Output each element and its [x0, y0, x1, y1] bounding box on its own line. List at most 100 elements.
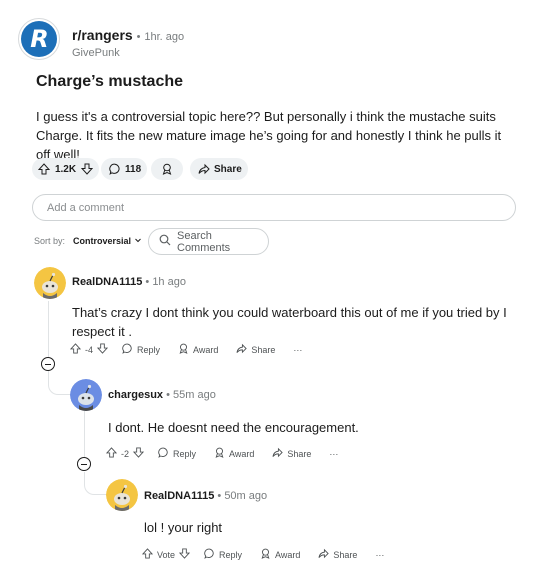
- upvote-icon[interactable]: [69, 343, 82, 356]
- share-icon: [198, 163, 210, 175]
- award-button[interactable]: Award: [178, 343, 218, 356]
- comment-icon: [109, 163, 121, 175]
- separator-dot: •: [136, 31, 141, 43]
- collapse-icon[interactable]: [41, 357, 55, 371]
- reply-button[interactable]: Reply: [158, 447, 196, 460]
- share-label: Share: [287, 448, 312, 459]
- snoo-avatar: [70, 379, 102, 411]
- subreddit-header: r/rangers • 1hr. ago: [72, 27, 184, 43]
- comment-count: 118: [125, 163, 142, 175]
- separator-dot: •: [166, 389, 170, 401]
- comment-time: 1h ago: [152, 276, 186, 288]
- more-options-button[interactable]: ···: [329, 449, 338, 459]
- comment-score: Vote: [157, 549, 176, 560]
- downvote-icon[interactable]: [178, 548, 191, 561]
- comment-text-line: That’s crazy I dont think you could wate…: [72, 305, 507, 320]
- subreddit-logo[interactable]: R: [18, 18, 60, 60]
- comment-username[interactable]: chargesux: [108, 389, 163, 401]
- upvote-icon[interactable]: [38, 163, 50, 175]
- downvote-icon[interactable]: [81, 163, 93, 175]
- comment-score: -2: [121, 448, 130, 459]
- post-title: Charge’s mustache: [36, 73, 184, 90]
- comment-username[interactable]: RealDNA1115: [72, 276, 142, 288]
- thread-line: [48, 301, 49, 357]
- share-button[interactable]: Share: [318, 548, 357, 561]
- award-icon: [260, 548, 271, 561]
- award-icon: [214, 447, 225, 460]
- comment-header: RealDNA1115 • 1h ago: [72, 276, 186, 288]
- more-options-button[interactable]: ···: [375, 550, 384, 560]
- sort-value: Controversial: [73, 236, 132, 246]
- comment-avatar[interactable]: [70, 379, 102, 411]
- award-icon: [161, 163, 173, 175]
- award-icon: [178, 343, 189, 356]
- award-button[interactable]: [151, 158, 183, 180]
- subreddit-logo-letter: R: [21, 21, 57, 57]
- comment-actions: -2 Reply Award Share ···: [105, 447, 338, 460]
- share-icon: [272, 447, 284, 460]
- comment-time: 50m ago: [224, 490, 268, 502]
- comment-username[interactable]: RealDNA1115: [144, 490, 214, 502]
- upvote-icon[interactable]: [141, 548, 154, 561]
- sort-label: Sort by:: [34, 236, 66, 246]
- sort-dropdown[interactable]: Controversial: [73, 236, 142, 246]
- post-score: 1.2K: [54, 163, 77, 175]
- upvote-icon[interactable]: [105, 447, 118, 460]
- comment-actions: -4 Reply Award Share ···: [69, 343, 302, 356]
- downvote-icon[interactable]: [96, 343, 109, 356]
- reply-label: Reply: [173, 448, 197, 459]
- award-button[interactable]: Award: [260, 548, 300, 561]
- downvote-icon[interactable]: [132, 447, 145, 460]
- comment-text: I dont. He doesnt need the encouragement…: [108, 420, 359, 435]
- comment-icon: [122, 343, 133, 356]
- more-options-button[interactable]: ···: [293, 345, 302, 355]
- search-comments-placeholder: Search Comments: [177, 229, 231, 254]
- share-button[interactable]: Share: [272, 447, 311, 460]
- comment-header: chargesux • 55m ago: [108, 389, 216, 401]
- comment-text: That’s crazy I dont think you could wate…: [72, 303, 507, 341]
- comment-vote: Vote: [141, 548, 191, 561]
- award-label: Award: [275, 549, 301, 560]
- comment-time: 55m ago: [173, 389, 216, 401]
- separator-dot: •: [217, 490, 222, 502]
- add-comment-input[interactable]: Add a comment: [32, 194, 516, 221]
- comment-avatar[interactable]: [106, 479, 138, 511]
- subreddit-name[interactable]: r/rangers: [72, 27, 133, 43]
- post-body: I guess it's a controversial topic here?…: [36, 109, 502, 162]
- comment-score: -4: [85, 344, 94, 355]
- reply-label: Reply: [219, 549, 243, 560]
- comment-header: RealDNA1115 • 50m ago: [144, 490, 267, 502]
- comment-text-line: respect it .: [72, 324, 132, 339]
- share-button[interactable]: Share: [236, 343, 275, 356]
- post-vote-pill: 1.2K: [32, 158, 99, 180]
- share-button[interactable]: Share: [190, 158, 248, 180]
- share-label: Share: [214, 163, 242, 175]
- thread-elbow: [84, 472, 107, 495]
- share-label: Share: [333, 549, 358, 560]
- award-label: Award: [229, 448, 255, 459]
- share-icon: [318, 548, 330, 561]
- reply-button[interactable]: Reply: [204, 548, 242, 561]
- award-button[interactable]: Award: [214, 447, 254, 460]
- comment-icon: [158, 447, 169, 460]
- comments-button[interactable]: 118: [101, 158, 147, 180]
- comment-avatar[interactable]: [34, 267, 66, 299]
- reply-label: Reply: [137, 344, 161, 355]
- comment-vote: -4: [69, 343, 109, 356]
- snoo-avatar: [34, 267, 66, 299]
- reply-button[interactable]: Reply: [122, 343, 160, 356]
- thread-line: [84, 411, 85, 457]
- share-icon: [236, 343, 248, 356]
- snoo-avatar: [106, 479, 138, 511]
- post-time: 1hr. ago: [144, 31, 185, 43]
- search-comments-input[interactable]: Search Comments: [148, 228, 269, 255]
- collapse-icon[interactable]: [77, 457, 91, 471]
- comment-icon: [204, 548, 215, 561]
- chevron-down-icon: [134, 236, 142, 246]
- comment-actions: Vote Reply Award Share ···: [141, 548, 384, 561]
- post-author[interactable]: GivePunk: [72, 47, 120, 59]
- comment-text: lol ! your right: [144, 520, 223, 535]
- comment-vote: -2: [105, 447, 145, 460]
- search-icon: [159, 234, 171, 249]
- share-label: Share: [251, 344, 276, 355]
